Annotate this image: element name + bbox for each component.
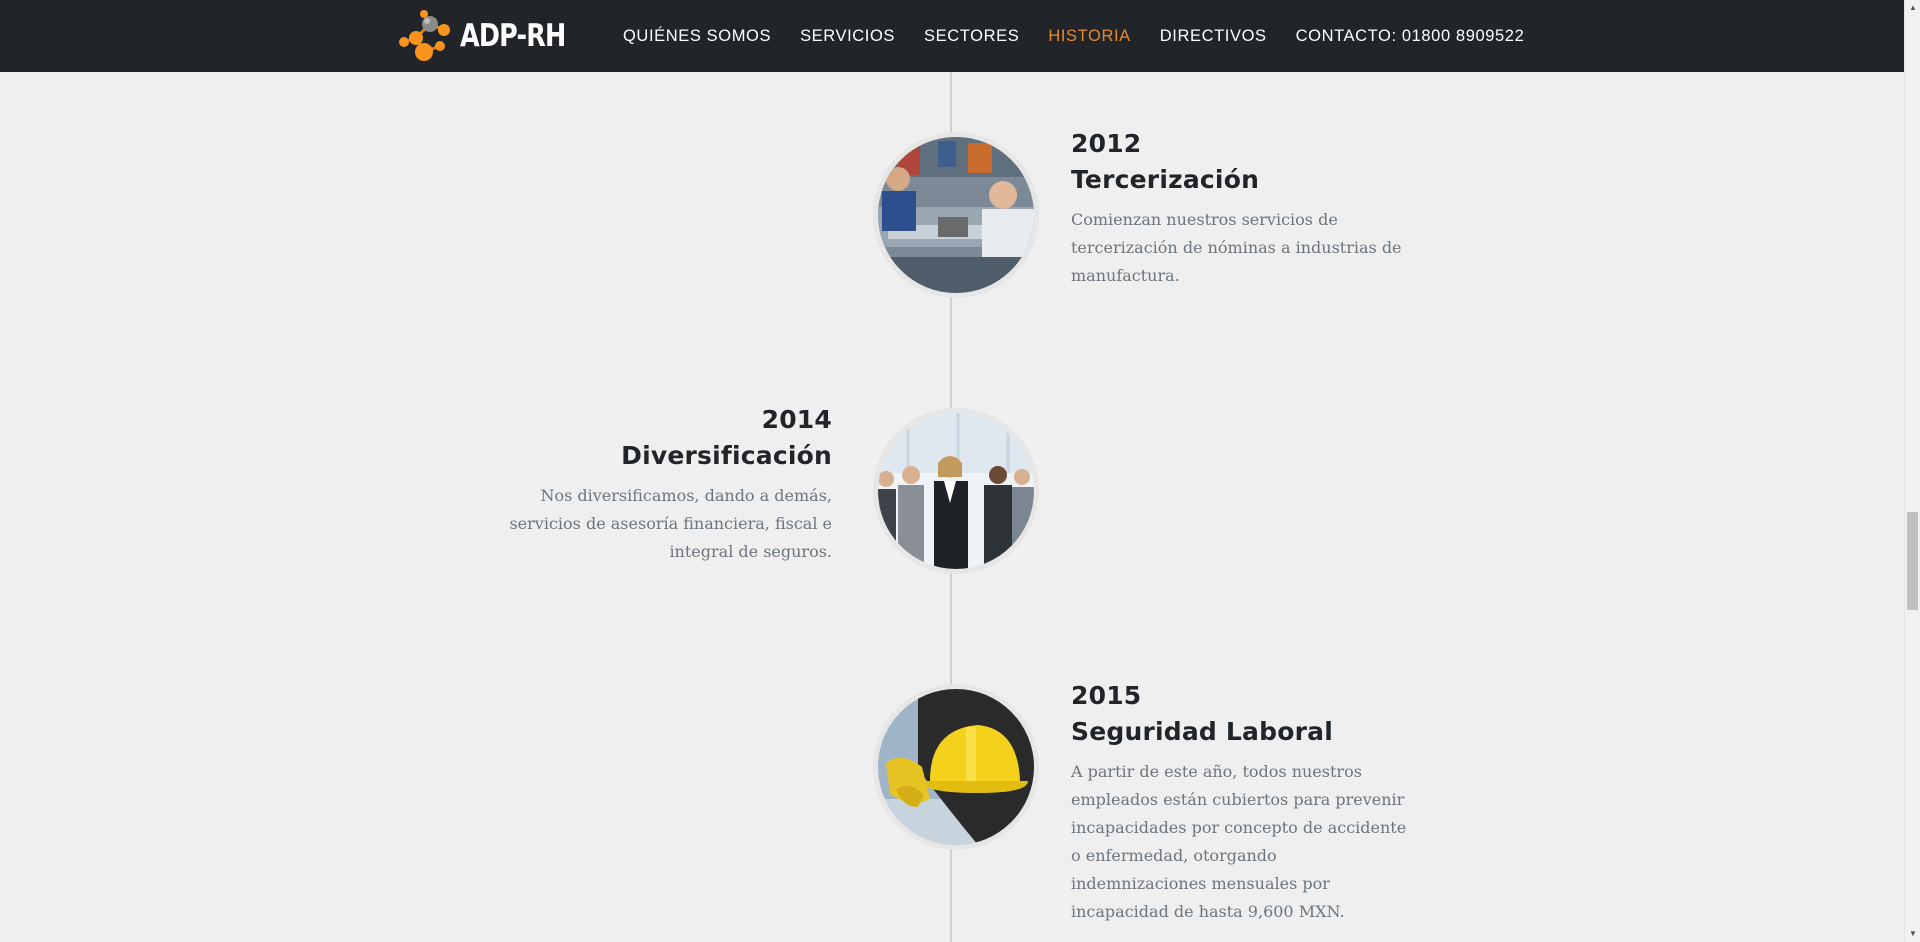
nav-item-sectores[interactable]: SECTORES	[924, 27, 1019, 46]
nav-item-quienes-somos[interactable]: QUIÉNES SOMOS	[623, 27, 771, 46]
nav-item-contacto[interactable]: CONTACTO: 01800 8909522	[1296, 27, 1525, 46]
timeline-year: 2012	[1071, 129, 1142, 158]
nav-item-servicios[interactable]: SERVICIOS	[800, 27, 895, 46]
timeline-title: Seguridad Laboral	[1071, 717, 1333, 746]
brand-name: ADP-RH	[460, 18, 566, 54]
timeline-description: Comienzan nuestros servicios de terceriz…	[1071, 210, 1402, 285]
nav-item-historia[interactable]: HISTORIA	[1048, 27, 1130, 46]
timeline-description: Nos diversificamos, dando a demás, servi…	[509, 486, 832, 561]
timeline-entry-2014: 2014 Diversificación Nos diversificamos,…	[487, 402, 832, 566]
page-scrollbar[interactable]: ▲ ▼	[1904, 0, 1920, 942]
timeline-year: 2015	[1071, 681, 1142, 710]
timeline-entry-2012: 2012 Tercerización Comienzan nuestros se…	[1071, 126, 1416, 290]
brand-logo[interactable]: ADP-RH	[396, 10, 589, 62]
timeline-title: Diversificación	[621, 441, 832, 470]
molecule-logo-icon	[399, 10, 450, 61]
hard-hat-photo	[878, 689, 1034, 845]
factory-workers-photo	[878, 137, 1034, 293]
business-team-photo	[878, 413, 1034, 569]
nav-item-directivos[interactable]: DIRECTIVOS	[1160, 27, 1267, 46]
timeline-year: 2014	[761, 405, 832, 434]
scroll-up-arrow-icon[interactable]: ▲	[1905, 0, 1920, 16]
timeline-description: A partir de este año, todos nuestros emp…	[1071, 762, 1407, 921]
timeline-image-hard-hat	[873, 684, 1039, 850]
nav-menu: QUIÉNES SOMOS SERVICIOS SECTORES HISTORI…	[623, 0, 1524, 72]
timeline-entry-2015: 2015 Seguridad Laboral A partir de este …	[1071, 678, 1416, 926]
scroll-thumb[interactable]	[1907, 512, 1918, 610]
timeline-image-factory-workers	[873, 132, 1039, 298]
scroll-down-arrow-icon[interactable]: ▼	[1905, 926, 1920, 942]
main-navbar: ADP-RH QUIÉNES SOMOS SERVICIOS SECTORES …	[0, 0, 1904, 72]
timeline-title: Tercerización	[1071, 165, 1260, 194]
timeline-image-business-team	[873, 408, 1039, 574]
